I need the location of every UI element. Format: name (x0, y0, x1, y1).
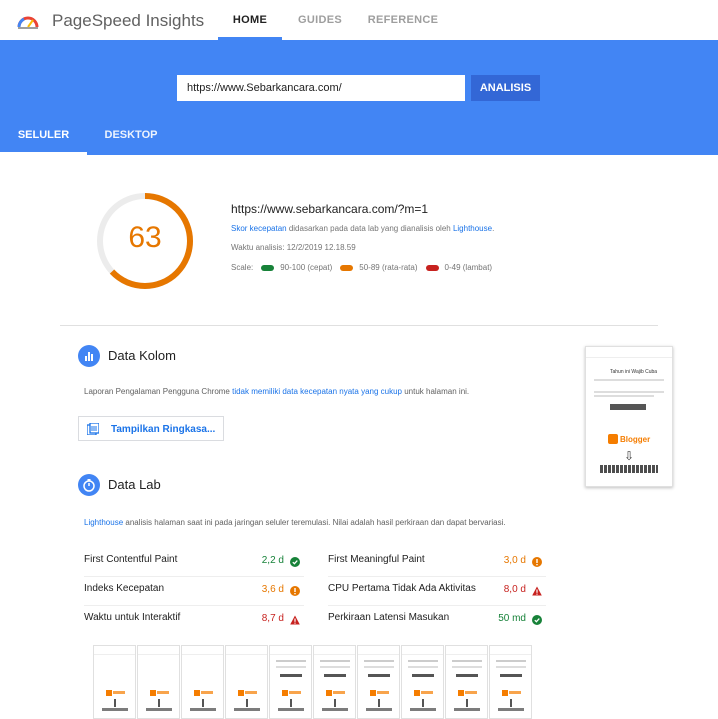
scale-fast-label: 90-100 (cepat) (280, 263, 333, 272)
bar-chart-icon (85, 352, 93, 361)
tab-desktop[interactable]: DESKTOP (95, 118, 167, 155)
metric-first-cpu-idle: CPU Pertama Tidak Ada Aktivitas 8,0 d (328, 577, 546, 606)
filmstrip-frame (357, 645, 400, 719)
analyze-button[interactable]: ANALISIS (471, 75, 540, 101)
nav-guides[interactable]: GUIDES (290, 0, 350, 40)
filmstrip-frame (313, 645, 356, 719)
url-analysis-banner: ANALISIS SELULER DESKTOP (0, 40, 718, 155)
load-filmstrip (93, 645, 533, 719)
section-divider (60, 325, 658, 326)
scale-fast-swatch (261, 264, 275, 271)
thumb-brand: Blogger (620, 435, 651, 444)
metric-first-contentful-paint: First Contentful Paint 2,2 d (84, 548, 304, 577)
analyzed-url: https://www.sebarkancara.com/?m=1 (231, 202, 429, 216)
arrow-down-icon: ⇩ (624, 449, 635, 463)
scale-average-swatch (340, 264, 354, 271)
filmstrip-frame (181, 645, 224, 719)
metric-estimated-input-latency: Perkiraan Latensi Masukan 50 md (328, 606, 546, 635)
tab-mobile[interactable]: SELULER (0, 118, 87, 155)
thumb-headline: Tahun ini Wajib Cuba (610, 369, 658, 375)
average-info-icon (532, 557, 542, 567)
lighthouse-lab-link[interactable]: Lighthouse (84, 518, 123, 527)
field-data-title: Data Kolom (108, 348, 176, 363)
summary-icon (87, 423, 99, 435)
app-title: PageSpeed Insights (52, 11, 205, 30)
score-scale-legend: Scale: 90-100 (cepat) 50-89 (rata-rata) … (231, 263, 493, 272)
filmstrip-frame (445, 645, 488, 719)
scale-slow-label: 0-49 (lambat) (444, 263, 493, 272)
scale-average-label: 50-89 (rata-rata) (359, 263, 418, 272)
field-data-description: Laporan Pengalaman Pengguna Chrome tidak… (84, 387, 470, 396)
show-origin-summary-button[interactable]: Tampilkan Ringkasa... (78, 416, 224, 441)
pass-check-icon (532, 615, 542, 625)
score-description: Skor kecepatan didasarkan pada data lab … (231, 224, 495, 233)
metric-first-meaningful-paint: First Meaningful Paint 3,0 d (328, 548, 546, 577)
nav-reference[interactable]: REFERENCE (366, 0, 440, 40)
lab-data-description: Lighthouse analisis halaman saat ini pad… (84, 518, 506, 527)
scale-slow-swatch (425, 264, 439, 271)
nav-home[interactable]: HOME (218, 0, 282, 40)
filmstrip-frame (401, 645, 444, 719)
insufficient-data-link[interactable]: tidak memiliki data kecepatan nyata yang… (232, 387, 402, 396)
filmstrip-frame (93, 645, 136, 719)
performance-score: 63 (128, 221, 162, 254)
filmstrip-frame (225, 645, 268, 719)
pass-check-icon (290, 557, 300, 567)
top-nav-bar: PageSpeed Insights HOME GUIDES REFERENCE (0, 0, 718, 41)
pagespeed-logo-icon (17, 16, 39, 29)
fail-warning-icon (532, 586, 542, 596)
stopwatch-icon (83, 479, 95, 492)
speed-score-link[interactable]: Skor kecepatan (231, 224, 287, 233)
average-info-icon (290, 586, 300, 596)
filmstrip-frame (489, 645, 532, 719)
blogger-logo-icon (608, 434, 618, 444)
lab-data-title: Data Lab (108, 477, 161, 492)
metric-time-to-interactive: Waktu untuk Interaktif 8,7 d (84, 606, 304, 635)
filmstrip-frame (137, 645, 180, 719)
lab-data-icon (78, 474, 100, 496)
field-data-icon (78, 345, 100, 367)
metric-speed-index: Indeks Kecepatan 3,6 d (84, 577, 304, 606)
url-input[interactable] (177, 75, 465, 101)
filmstrip-frame (269, 645, 312, 719)
analysis-time: Waktu analisis: 12/2/2019 12.18.59 (231, 243, 356, 252)
final-screenshot-thumbnail: Tahun ini Wajib Cuba Blogger ⇩ (585, 346, 673, 487)
lighthouse-link[interactable]: Lighthouse (453, 224, 492, 233)
fail-warning-icon (290, 615, 300, 625)
